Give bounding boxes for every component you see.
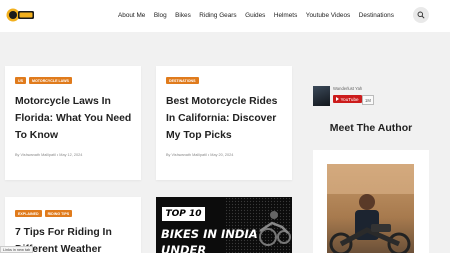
promo-badge: TOP 10 bbox=[165, 209, 202, 219]
post-meta: By Vishwanath Mallipatil • May 12, 2024 bbox=[15, 153, 83, 157]
site-header: About Me Blog Bikes Riding Gears Guides … bbox=[0, 0, 450, 32]
post-card[interactable]: DESTINATIONS Best Motorcycle Rides In Ca… bbox=[156, 66, 292, 180]
main-nav: About Me Blog Bikes Riding Gears Guides … bbox=[118, 0, 402, 30]
status-bar: Links in new tab bbox=[0, 246, 34, 253]
post-title[interactable]: Motorcycle Laws In Florida: What You Nee… bbox=[15, 93, 131, 144]
nav-bikes[interactable]: Bikes bbox=[175, 12, 191, 19]
promo-line-1: BIKES IN INDIA bbox=[161, 227, 258, 241]
nav-riding-gears[interactable]: Riding Gears bbox=[199, 12, 236, 19]
channel-avatar[interactable] bbox=[313, 86, 330, 106]
nav-youtube-videos[interactable]: Youtube Videos bbox=[306, 12, 350, 19]
nav-guides[interactable]: Guides bbox=[245, 12, 265, 19]
channel-name[interactable]: Wanderlust Yah bbox=[333, 86, 362, 91]
post-tags: DESTINATIONS bbox=[166, 77, 202, 84]
tag-label[interactable]: MOTORCYCLE LAWS bbox=[29, 77, 72, 84]
nav-about-me[interactable]: About Me bbox=[118, 12, 145, 19]
nav-helmets[interactable]: Helmets bbox=[274, 12, 297, 19]
nav-blog[interactable]: Blog bbox=[154, 12, 167, 19]
subscriber-count: 1M bbox=[362, 95, 374, 105]
youtube-button-label: YouTube bbox=[340, 96, 359, 102]
author-card bbox=[313, 150, 429, 253]
search-icon bbox=[417, 11, 425, 19]
tag-label[interactable]: US bbox=[15, 77, 26, 84]
promo-line-2: UNDER bbox=[161, 243, 207, 253]
author-heading: Meet The Author bbox=[329, 122, 413, 134]
post-tags: EXPLAINED RIDING TIPS bbox=[15, 210, 75, 217]
site-logo[interactable] bbox=[5, 6, 35, 24]
author-photo[interactable] bbox=[327, 164, 414, 253]
youtube-subscribe-button[interactable]: YouTube bbox=[333, 95, 362, 103]
post-title[interactable]: Best Motorcycle Rides In California: Dis… bbox=[166, 93, 277, 144]
tag-label[interactable]: EXPLAINED bbox=[15, 210, 42, 217]
tag-label[interactable]: RIDING TIPS bbox=[44, 210, 73, 217]
post-meta: By Vishwanath Mallipatil • May 20, 2024 bbox=[166, 153, 234, 157]
post-card[interactable]: US MOTORCYCLE LAWS Motorcycle Laws In Fl… bbox=[5, 66, 141, 180]
tag-label[interactable]: DESTINATIONS bbox=[166, 77, 199, 84]
youtube-play-icon bbox=[336, 97, 339, 102]
nav-destinations[interactable]: Destinations bbox=[359, 12, 394, 19]
post-tags: US MOTORCYCLE LAWS bbox=[15, 77, 75, 84]
search-button[interactable] bbox=[413, 7, 429, 23]
post-thumbnail-top-10-bikes[interactable]: TOP 10 BIKES IN INDIA UNDER bbox=[156, 197, 292, 253]
post-card[interactable]: EXPLAINED RIDING TIPS 7 Tips For Riding … bbox=[5, 197, 141, 253]
